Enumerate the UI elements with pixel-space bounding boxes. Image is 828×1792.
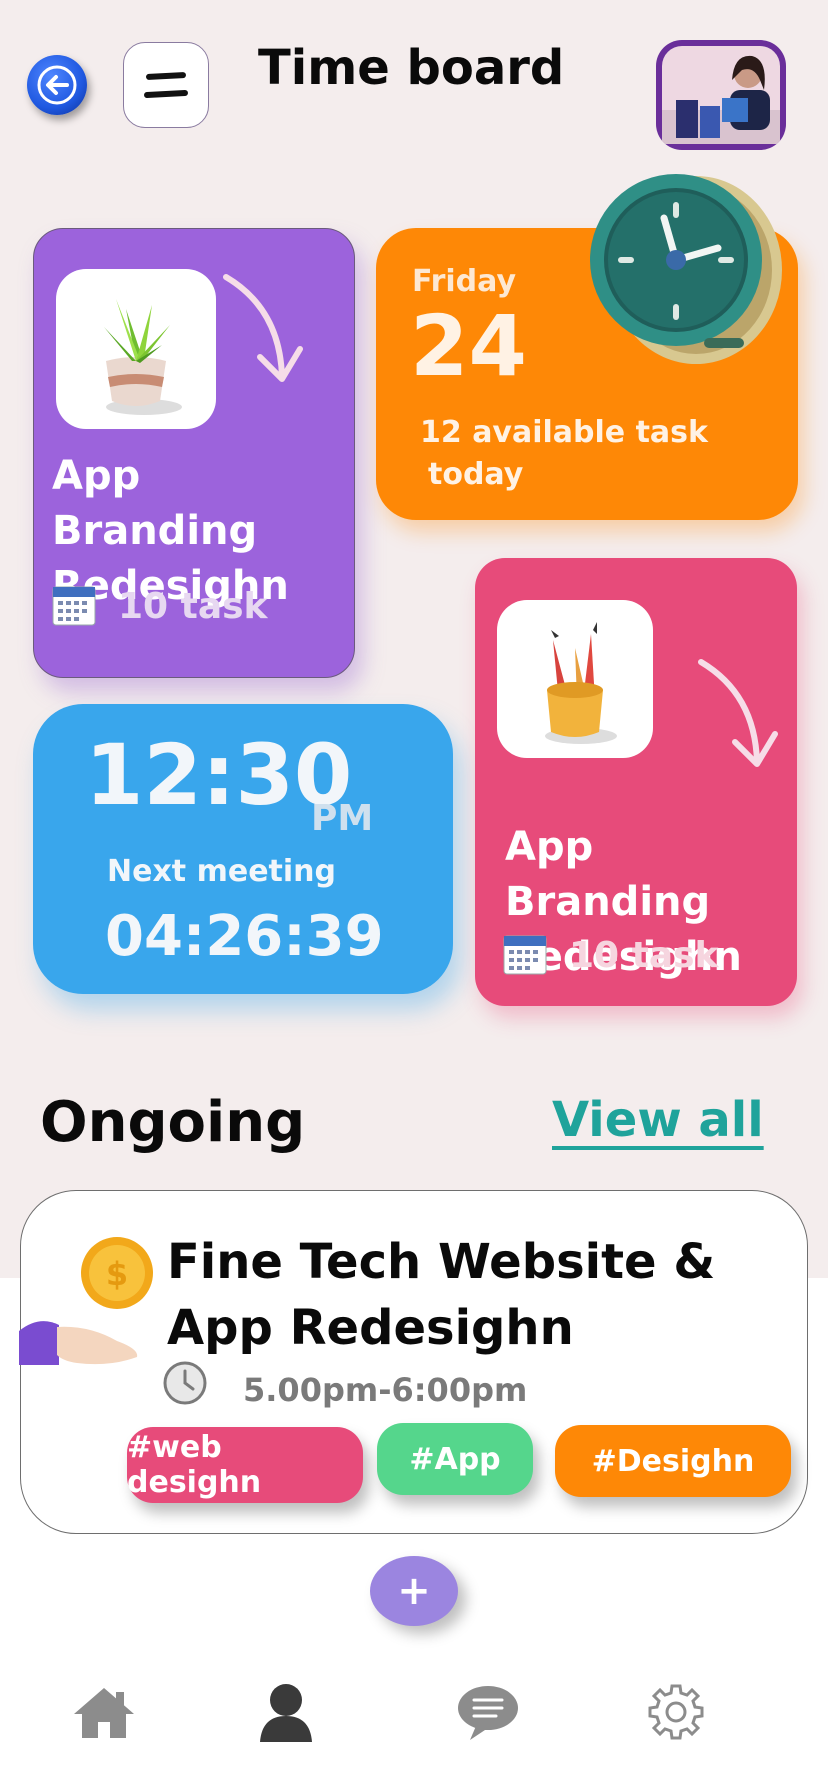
calendar-icon bbox=[52, 586, 96, 626]
back-arrow-icon bbox=[37, 65, 77, 105]
alarm-clock-icon bbox=[590, 174, 782, 364]
task-time: 5.00pm-6:00pm bbox=[243, 1371, 528, 1409]
avatar[interactable] bbox=[656, 40, 786, 150]
nav-settings[interactable] bbox=[644, 1680, 708, 1744]
page-title: Time board bbox=[258, 40, 565, 96]
card-title-line1: App Branding bbox=[52, 453, 258, 554]
back-button[interactable] bbox=[27, 55, 87, 115]
available-tasks-line1: 12 available task bbox=[420, 415, 708, 450]
day-label: Friday bbox=[412, 264, 517, 299]
ongoing-task-card[interactable]: $ Fine Tech Website & App Redesighn 5.00… bbox=[19, 1190, 808, 1534]
settings-icon bbox=[648, 1684, 704, 1740]
time-card[interactable]: 12:30 PM Next meeting 04:26:39 bbox=[33, 704, 453, 994]
task-name: Fine Tech Website & App Redesighn bbox=[167, 1234, 716, 1356]
card-title-line1: App Branding bbox=[505, 824, 711, 925]
meeting-countdown: 04:26:39 bbox=[105, 904, 384, 969]
profile-icon bbox=[260, 1684, 312, 1742]
tag-app[interactable]: #App bbox=[377, 1423, 533, 1495]
branding-card-pink[interactable]: App Branding Redesighn 10 task bbox=[475, 558, 797, 1006]
nav-chat[interactable] bbox=[456, 1680, 520, 1744]
chat-icon bbox=[458, 1686, 518, 1740]
coin-hand-icon: $ bbox=[19, 1237, 153, 1365]
tag-web-design[interactable]: #web desighn bbox=[127, 1427, 363, 1503]
section-title: Ongoing bbox=[40, 1090, 306, 1155]
view-all-link[interactable]: View all bbox=[552, 1092, 764, 1148]
available-tasks-line2: today bbox=[428, 457, 524, 492]
nav-profile[interactable] bbox=[254, 1680, 318, 1744]
menu-button[interactable] bbox=[123, 42, 209, 128]
calendar-icon bbox=[503, 935, 547, 975]
branding-card-purple[interactable]: App Branding Redesighn 10 task bbox=[33, 228, 355, 678]
arrow-icon bbox=[223, 274, 303, 382]
time-ampm: PM bbox=[311, 798, 374, 839]
home-icon bbox=[74, 1688, 134, 1738]
clock-icon bbox=[163, 1361, 207, 1405]
task-count: 10 task bbox=[118, 585, 268, 627]
next-meeting-label: Next meeting bbox=[107, 854, 336, 889]
add-button[interactable]: + bbox=[370, 1556, 458, 1626]
tag-design[interactable]: #Desighn bbox=[555, 1425, 791, 1497]
plant-icon bbox=[56, 269, 216, 429]
menu-icon bbox=[143, 71, 189, 99]
date-number: 24 bbox=[410, 297, 527, 395]
task-count: 10 task bbox=[569, 934, 719, 976]
svg-text:$: $ bbox=[106, 1255, 128, 1293]
nav-home[interactable] bbox=[72, 1680, 136, 1744]
pencil-holder-icon bbox=[497, 600, 653, 758]
arrow-icon bbox=[698, 659, 778, 767]
